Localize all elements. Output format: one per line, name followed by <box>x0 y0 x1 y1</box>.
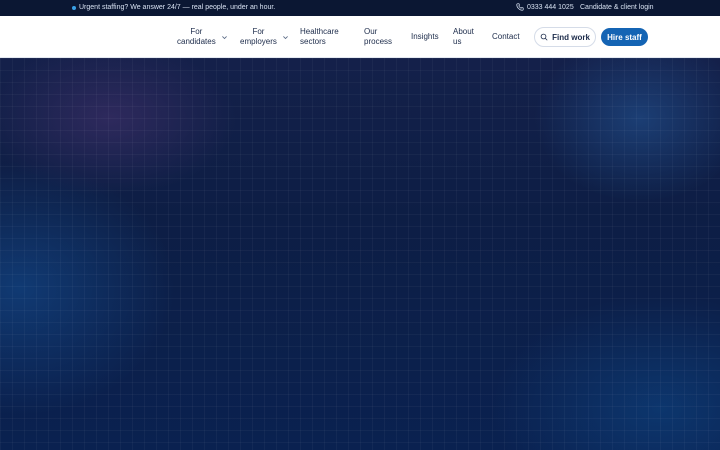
hire-staff-label: Hire staff <box>607 32 642 42</box>
top-bar: Urgent staffing? We answer 24/7 — real p… <box>0 0 720 16</box>
nav-item-contact[interactable]: Contact <box>492 32 520 42</box>
main-navbar: For candidates For employers Healthcare … <box>0 16 720 58</box>
search-icon <box>540 33 548 41</box>
phone-link[interactable]: 0333 444 1025 <box>516 3 574 11</box>
phone-icon <box>516 3 524 11</box>
hero-grid-pattern <box>0 58 720 450</box>
chevron-down-icon <box>221 35 227 39</box>
nav-label: Healthcare sectors <box>300 27 339 46</box>
phone-number: 0333 444 1025 <box>527 3 574 11</box>
nav-item-healthcare-sectors[interactable]: Healthcare sectors <box>300 27 339 47</box>
nav-item-about-us[interactable]: About us <box>453 27 474 47</box>
find-work-label: Find work <box>552 32 590 42</box>
nav-item-our-process[interactable]: Our process <box>364 27 392 47</box>
nav-item-for-candidates[interactable]: For candidates <box>177 27 228 47</box>
nav-label: About us <box>453 27 474 46</box>
nav-label: For employers <box>240 27 277 46</box>
find-work-button[interactable]: Find work <box>534 27 596 47</box>
nav-label: Insights <box>411 32 439 41</box>
nav-item-insights[interactable]: Insights <box>411 32 439 42</box>
nav-label: For candidates <box>177 27 216 46</box>
candidate-client-login-link[interactable]: Candidate & client login <box>580 4 654 11</box>
hero-section <box>0 58 720 450</box>
nav-label: Contact <box>492 32 520 41</box>
nav-item-for-employers[interactable]: For employers <box>240 27 289 47</box>
hire-staff-button[interactable]: Hire staff <box>601 28 648 46</box>
status-dot-icon <box>72 6 76 10</box>
nav-label: Our process <box>364 27 393 46</box>
urgent-staffing-text: Urgent staffing? We answer 24/7 — real p… <box>79 3 276 11</box>
chevron-down-icon <box>283 35 288 39</box>
